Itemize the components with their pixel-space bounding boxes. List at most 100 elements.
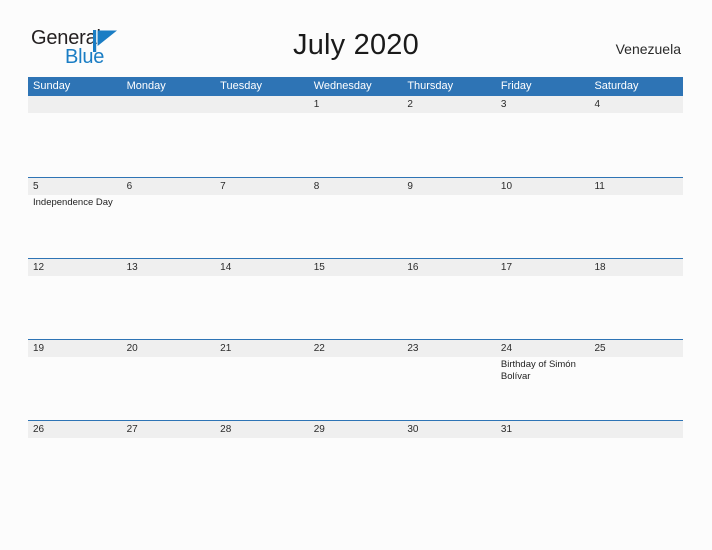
week-event-area: [28, 276, 683, 338]
day-number-17[interactable]: 17: [496, 259, 590, 276]
day-number-25[interactable]: 25: [589, 340, 683, 357]
day-cell-empty: [309, 195, 403, 257]
day-of-week-sunday: Sunday: [33, 80, 71, 92]
day-cell-empty: [28, 276, 122, 338]
day-number-10[interactable]: 10: [496, 178, 590, 195]
day-cell-empty: [589, 195, 683, 257]
day-cell-empty: [309, 113, 403, 175]
day-number-empty: [122, 96, 216, 113]
week-date-numbers: 5 6 7 8 9 10 11: [28, 177, 683, 195]
day-number-empty: [28, 96, 122, 113]
page-title: July 2020: [293, 29, 419, 61]
page-header: General Blue July 2020 Venezuela: [0, 0, 712, 77]
calendar-week-row: 26 27 28 29 30 31: [28, 420, 683, 501]
day-of-week-saturday: Saturday: [594, 80, 639, 92]
day-of-week-header: Sunday Monday Tuesday Wednesday Thursday Frid…: [28, 77, 683, 96]
day-cell-empty: [309, 438, 403, 500]
day-events-24[interactable]: Birthday of Simón Bolívar: [496, 357, 590, 419]
day-cell-empty: [496, 276, 590, 338]
day-number-16[interactable]: 16: [402, 259, 496, 276]
day-of-week-monday: Monday: [126, 80, 166, 92]
day-cell-empty: [122, 113, 216, 175]
calendar-week-row: 1234: [28, 96, 683, 177]
day-events-5[interactable]: Independence Day: [28, 195, 122, 257]
day-number-11[interactable]: 11: [589, 178, 683, 195]
calendar-week-row: 5 6 7 8 9 10 11 Independence Day: [28, 177, 683, 258]
day-cell-empty: [122, 357, 216, 419]
calendar-week-row: 12 13 14 15 16 17 18: [28, 258, 683, 339]
day-of-week-friday: Friday: [500, 80, 532, 92]
calendar-grid: Sunday Monday Tuesday Wednesday Thursday Frid…: [28, 77, 683, 501]
day-number-18[interactable]: 18: [589, 259, 683, 276]
day-number-19[interactable]: 19: [28, 340, 122, 357]
day-cell-empty: [496, 113, 590, 175]
day-number-12[interactable]: 12: [28, 259, 122, 276]
day-cell-empty: [215, 276, 309, 338]
day-cell-empty: [309, 276, 403, 338]
day-number-20[interactable]: 20: [122, 340, 216, 357]
day-number-4[interactable]: 4: [589, 96, 683, 113]
day-number-5[interactable]: 5: [28, 178, 122, 195]
day-number-23[interactable]: 23: [402, 340, 496, 357]
week-date-numbers: 19 20 21 22 23 24 25: [28, 339, 683, 357]
day-cell-empty: [496, 438, 590, 500]
calendar-page: General Blue July 2020 Venezuela Sunday M…: [0, 0, 712, 550]
day-number-3[interactable]: 3: [496, 96, 590, 113]
calendar-weeks: 1 2 3 4 5 6 7 8 9 10 11 Independence Day 12 13 14 15 16 1…: [28, 96, 683, 501]
day-cell-empty: [28, 113, 122, 175]
day-number-28[interactable]: 28: [215, 421, 309, 438]
day-number-29[interactable]: 29: [309, 421, 403, 438]
day-cell-empty: [122, 276, 216, 338]
day-number-6[interactable]: 6: [122, 178, 216, 195]
day-cell-empty: [589, 113, 683, 175]
day-cell-empty: [402, 195, 496, 257]
day-number-30[interactable]: 30: [402, 421, 496, 438]
day-number-empty: [215, 96, 309, 113]
day-cell-empty: [402, 357, 496, 419]
day-number-22[interactable]: 22: [309, 340, 403, 357]
day-cell-empty: [28, 438, 122, 500]
day-cell-empty: [496, 195, 590, 257]
week-date-numbers: 26 27 28 29 30 31: [28, 420, 683, 438]
day-cell-empty: [215, 113, 309, 175]
day-number-13[interactable]: 13: [122, 259, 216, 276]
day-cell-empty: [215, 357, 309, 419]
day-number-8[interactable]: 8: [309, 178, 403, 195]
week-event-area: [28, 113, 683, 175]
week-date-numbers: 12 13 14 15 16 17 18: [28, 258, 683, 276]
day-cell-empty: [589, 438, 683, 500]
day-cell-empty: [122, 195, 216, 257]
day-of-week-thursday: Thursday: [407, 80, 454, 92]
day-cell-empty: [589, 357, 683, 419]
day-cell-empty: [402, 113, 496, 175]
day-cell-empty: [28, 357, 122, 419]
week-date-numbers: 1234: [28, 96, 683, 113]
day-of-week-tuesday: Tuesday: [220, 80, 262, 92]
day-number-15[interactable]: 15: [309, 259, 403, 276]
day-number-31[interactable]: 31: [496, 421, 590, 438]
day-number-24[interactable]: 24: [496, 340, 590, 357]
day-number-empty: [589, 421, 683, 438]
week-event-area: Birthday of Simón Bolívar: [28, 357, 683, 419]
day-cell-empty: [402, 438, 496, 500]
country-label: Venezuela: [615, 41, 681, 57]
day-number-27[interactable]: 27: [122, 421, 216, 438]
week-event-area: Independence Day: [28, 195, 683, 257]
week-event-area: [28, 438, 683, 500]
day-number-1[interactable]: 1: [309, 96, 403, 113]
day-number-7[interactable]: 7: [215, 178, 309, 195]
day-cell-empty: [215, 195, 309, 257]
day-cell-empty: [589, 276, 683, 338]
day-number-14[interactable]: 14: [215, 259, 309, 276]
day-number-2[interactable]: 2: [402, 96, 496, 113]
event-label: Independence Day: [33, 197, 113, 208]
day-number-26[interactable]: 26: [28, 421, 122, 438]
day-cell-empty: [215, 438, 309, 500]
event-label: Birthday of Simón Bolívar: [500, 359, 576, 382]
day-number-21[interactable]: 21: [215, 340, 309, 357]
day-of-week-wednesday: Wednesday: [313, 80, 372, 92]
day-cell-empty: [309, 357, 403, 419]
day-cell-empty: [402, 276, 496, 338]
day-number-9[interactable]: 9: [402, 178, 496, 195]
calendar-week-row: 19 20 21 22 23 24 25 Birthday of Simón Bolívar: [28, 339, 683, 420]
